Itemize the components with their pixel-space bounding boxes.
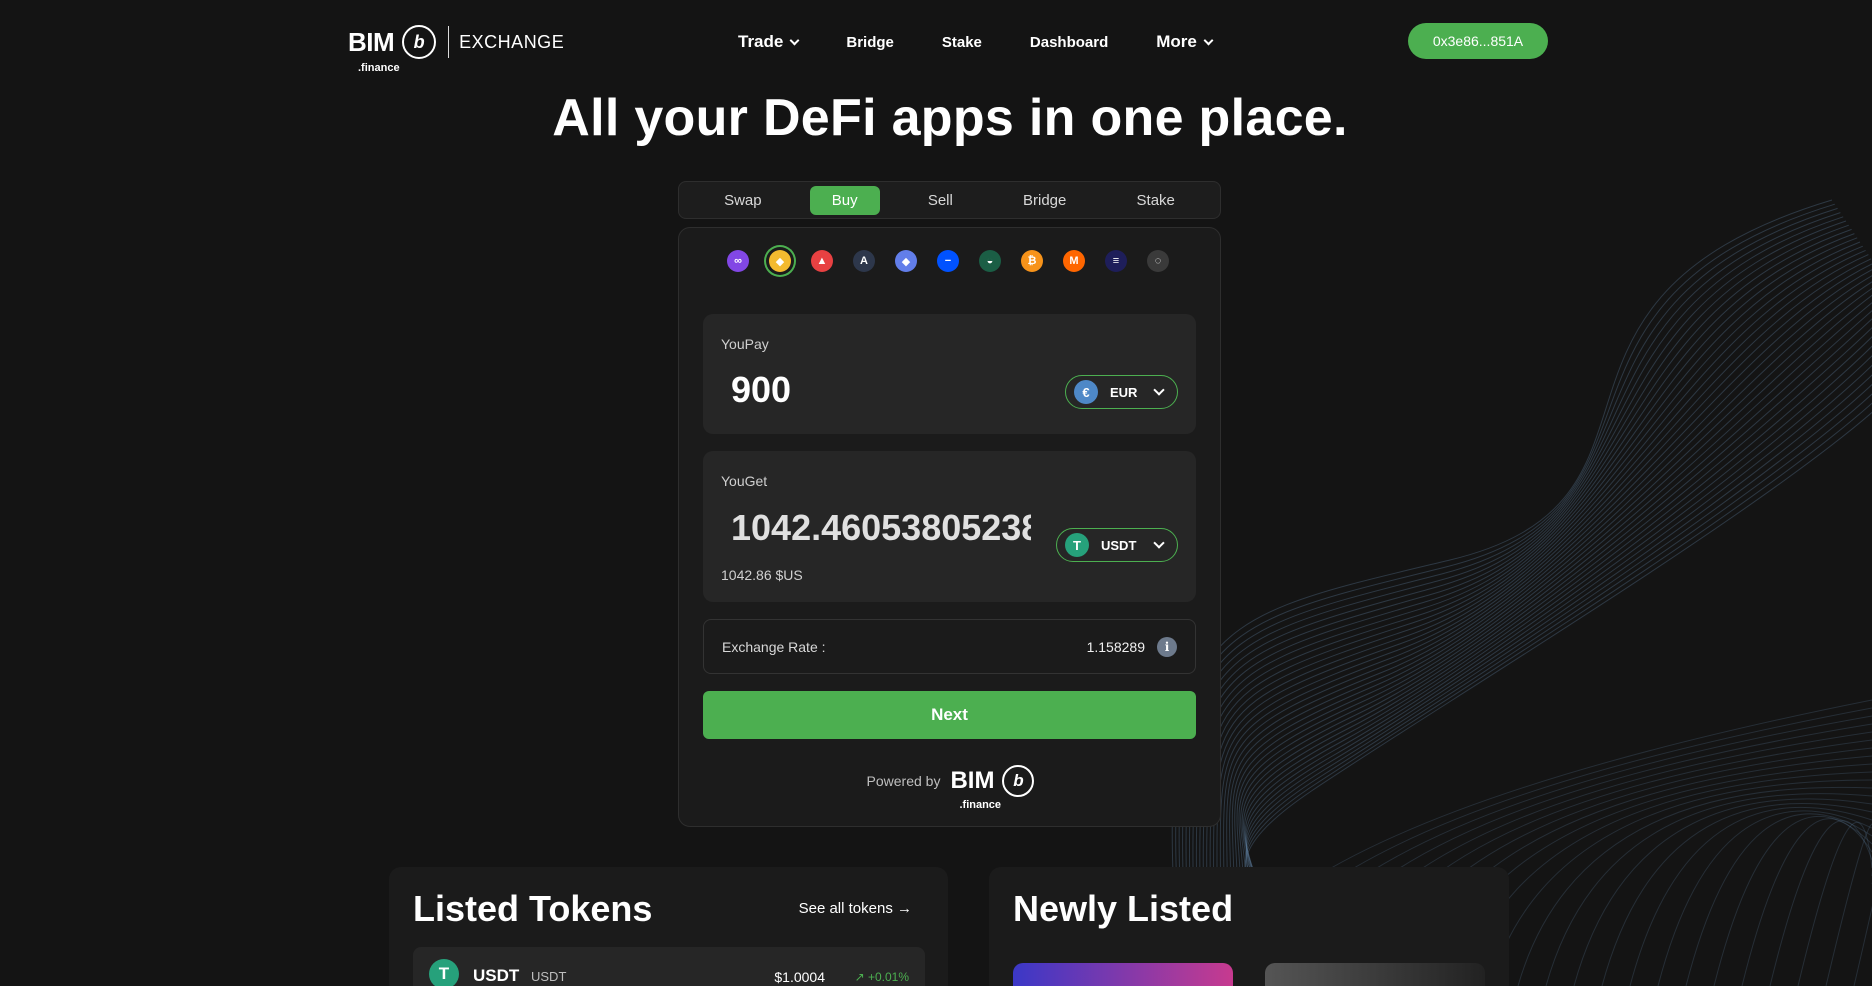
logo[interactable]: BIM .finance b EXCHANGE: [348, 25, 565, 74]
nav-stake[interactable]: Stake: [942, 34, 982, 51]
tab-stake[interactable]: Stake: [1115, 186, 1197, 215]
nav-more-label: More: [1156, 32, 1197, 51]
get-amount-input[interactable]: [731, 507, 1031, 549]
top-navbar: BIM .finance b EXCHANGE Trade Bridge Sta…: [348, 22, 1548, 74]
listed-tokens-title: Listed Tokens: [413, 888, 653, 929]
nav-bridge-label: Bridge: [846, 33, 894, 51]
nav-dashboard-label: Dashboard: [1029, 33, 1109, 51]
newly-listed-card[interactable]: [1265, 963, 1485, 986]
token-symbol: USDT: [531, 969, 567, 984]
tab-swap[interactable]: Swap: [702, 186, 784, 215]
powered-bim-logo: BIM .finance: [950, 769, 1001, 812]
you-pay-label: YouPay: [721, 336, 769, 352]
pay-currency-label: EUR: [1110, 384, 1138, 400]
you-pay-box: YouPay € EUR: [703, 314, 1196, 434]
tether-icon: T: [429, 959, 459, 986]
polygon-icon[interactable]: ∞: [727, 250, 749, 272]
chevron-down-icon: [789, 35, 800, 45]
dark-chain-icon[interactable]: ◌: [1147, 250, 1169, 272]
get-currency-label: USDT: [1101, 537, 1137, 553]
nav-stake-label: Stake: [941, 33, 982, 51]
logo-exchange-text: EXCHANGE: [459, 31, 565, 52]
mode-tabs: Swap Buy Sell Bridge Stake: [678, 181, 1221, 219]
arbitrum-icon[interactable]: A: [853, 250, 875, 272]
tether-icon: T: [1065, 533, 1089, 557]
chevron-down-icon: [1203, 35, 1214, 45]
green-chain-icon[interactable]: ◒: [979, 250, 1001, 272]
ethereum-icon[interactable]: ◆: [895, 250, 917, 272]
tab-buy[interactable]: Buy: [809, 185, 880, 215]
main-nav: Trade Bridge Stake Dashboard More: [738, 32, 1260, 52]
tab-bridge[interactable]: Bridge: [1001, 186, 1088, 215]
token-change: ↗ +0.01%: [854, 970, 909, 984]
pay-amount-input[interactable]: [731, 369, 1031, 411]
logo-badge-icon: b: [402, 25, 437, 59]
bnb-chain-icon[interactable]: ◆: [769, 250, 791, 272]
pay-currency-select[interactable]: € EUR: [1065, 375, 1178, 409]
solana-icon[interactable]: ≡: [1105, 250, 1127, 272]
bitcoin-icon[interactable]: ₿: [1021, 250, 1043, 272]
logo-divider: [448, 26, 450, 58]
table-row[interactable]: T USDT USDT $1.0004 ↗ +0.01%: [413, 947, 925, 986]
logo-finance-text: .finance: [358, 62, 400, 74]
chain-selector: ∞ ◆ ▲ A ◆ − ◒ ₿ M ≡ ◌: [727, 250, 1189, 272]
euro-icon: €: [1074, 380, 1098, 404]
powered-by: Powered by BIM .finance b: [679, 765, 1222, 812]
info-icon[interactable]: i: [1157, 636, 1177, 657]
chevron-down-icon: [1153, 537, 1165, 549]
base-icon[interactable]: −: [937, 250, 959, 272]
listed-tokens-panel: Listed Tokens See all tokens → T USDT US…: [389, 867, 948, 986]
powered-finance-text: .finance: [959, 799, 1002, 811]
nav-dashboard[interactable]: Dashboard: [1030, 34, 1108, 51]
avalanche-icon[interactable]: ▲: [811, 250, 833, 272]
newly-listed-title: Newly Listed: [1013, 888, 1234, 929]
token-name: USDT: [473, 966, 520, 985]
wallet-address-button[interactable]: 0x3e86...851A: [1408, 23, 1548, 59]
get-currency-select[interactable]: T USDT: [1056, 528, 1178, 562]
tab-sell[interactable]: Sell: [906, 186, 975, 215]
nav-bridge[interactable]: Bridge: [846, 34, 894, 51]
you-get-label: YouGet: [721, 473, 768, 489]
chevron-down-icon: [1153, 384, 1165, 396]
nav-more[interactable]: More: [1156, 32, 1214, 52]
exchange-rate-row: Exchange Rate : 1.158289 i: [703, 619, 1196, 674]
hero-title: All your DeFi apps in one place.: [552, 89, 1348, 147]
next-button[interactable]: Next: [703, 691, 1196, 739]
see-all-tokens-link[interactable]: See all tokens →: [799, 900, 912, 917]
logo-bim-text: BIM .finance: [348, 29, 400, 74]
newly-listed-card[interactable]: [1013, 963, 1233, 986]
nav-trade[interactable]: Trade: [738, 32, 800, 52]
you-get-box: YouGet 1042.86 $US T USDT: [703, 451, 1196, 602]
token-price: $1.0004: [774, 969, 825, 985]
nav-trade-label: Trade: [738, 32, 784, 51]
newly-listed-panel: Newly Listed: [989, 867, 1509, 986]
exchange-rate-label: Exchange Rate :: [722, 638, 826, 655]
get-usd-value: 1042.86 $US: [721, 567, 803, 583]
powered-by-label: Powered by: [866, 773, 941, 789]
powered-badge-icon: b: [1002, 765, 1035, 797]
buy-card: ∞◆▲A◆−◒₿M≡◌ YouPay € EUR YouGet 1042.86 …: [678, 227, 1221, 827]
monero-icon[interactable]: M: [1063, 250, 1085, 272]
exchange-rate-value: 1.158289: [1086, 638, 1145, 655]
